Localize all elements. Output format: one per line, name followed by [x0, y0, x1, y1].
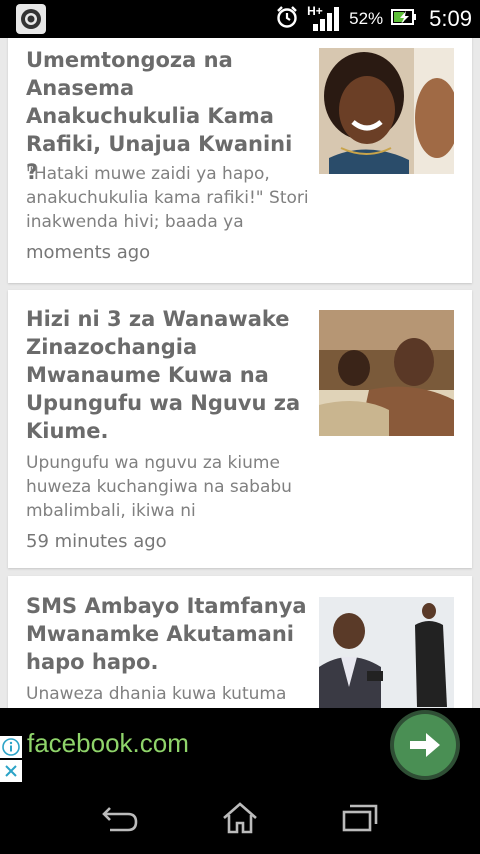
article-feed[interactable]: Umemtongoza na Anasema Anakuchukulia Kam…	[0, 38, 480, 708]
article-excerpt: Unaweza dhania kuwa kutuma	[26, 684, 287, 704]
article-card[interactable]: SMS Ambayo Itamfanya Mwanamke Akutamani …	[8, 576, 472, 708]
ad-go-button[interactable]	[394, 714, 456, 776]
article-time: 59 minutes ago	[26, 531, 167, 552]
arrow-right-icon	[410, 733, 440, 757]
article-title[interactable]: Hizi ni 3 za Wanawake Zinazochangia Mwan…	[26, 305, 308, 445]
article-time: moments ago	[26, 242, 151, 263]
alarm-icon	[275, 5, 299, 34]
clock: 5:09	[429, 6, 472, 31]
home-button[interactable]	[218, 798, 262, 838]
man-with-phone-photo[interactable]	[319, 597, 454, 708]
smiling-woman-photo[interactable]	[319, 48, 454, 174]
article-card[interactable]: Umemtongoza na Anasema Anakuchukulia Kam…	[8, 38, 472, 283]
ad-banner[interactable]: facebook.com	[0, 708, 480, 782]
couple-in-bed-photo[interactable]	[319, 310, 454, 436]
article-card[interactable]: Hizi ni 3 za Wanawake Zinazochangia Mwan…	[8, 290, 472, 568]
status-bar: H+ 52% 5:09	[0, 0, 480, 38]
back-icon	[102, 807, 138, 832]
app-notification-icon	[16, 4, 46, 34]
article-excerpt: "Hataki muwe zaidi ya hapo, anakuchukuli…	[26, 164, 309, 232]
ad-close-icon[interactable]	[0, 760, 22, 782]
recents-button[interactable]	[338, 798, 382, 838]
home-icon	[223, 802, 257, 834]
article-excerpt: Upungufu wa nguvu za kiume huweza kuchan…	[26, 453, 292, 521]
recents-icon	[342, 804, 378, 832]
navigation-bar	[0, 782, 480, 854]
battery-icon	[391, 8, 417, 31]
ad-domain[interactable]: facebook.com	[27, 728, 189, 759]
battery-percent: 52%	[349, 9, 384, 28]
article-title[interactable]: SMS Ambayo Itamfanya Mwanamke Akutamani …	[26, 592, 308, 676]
signal-icon: H+	[307, 4, 341, 32]
back-button[interactable]	[98, 798, 142, 838]
ad-info-icon[interactable]	[0, 736, 22, 758]
